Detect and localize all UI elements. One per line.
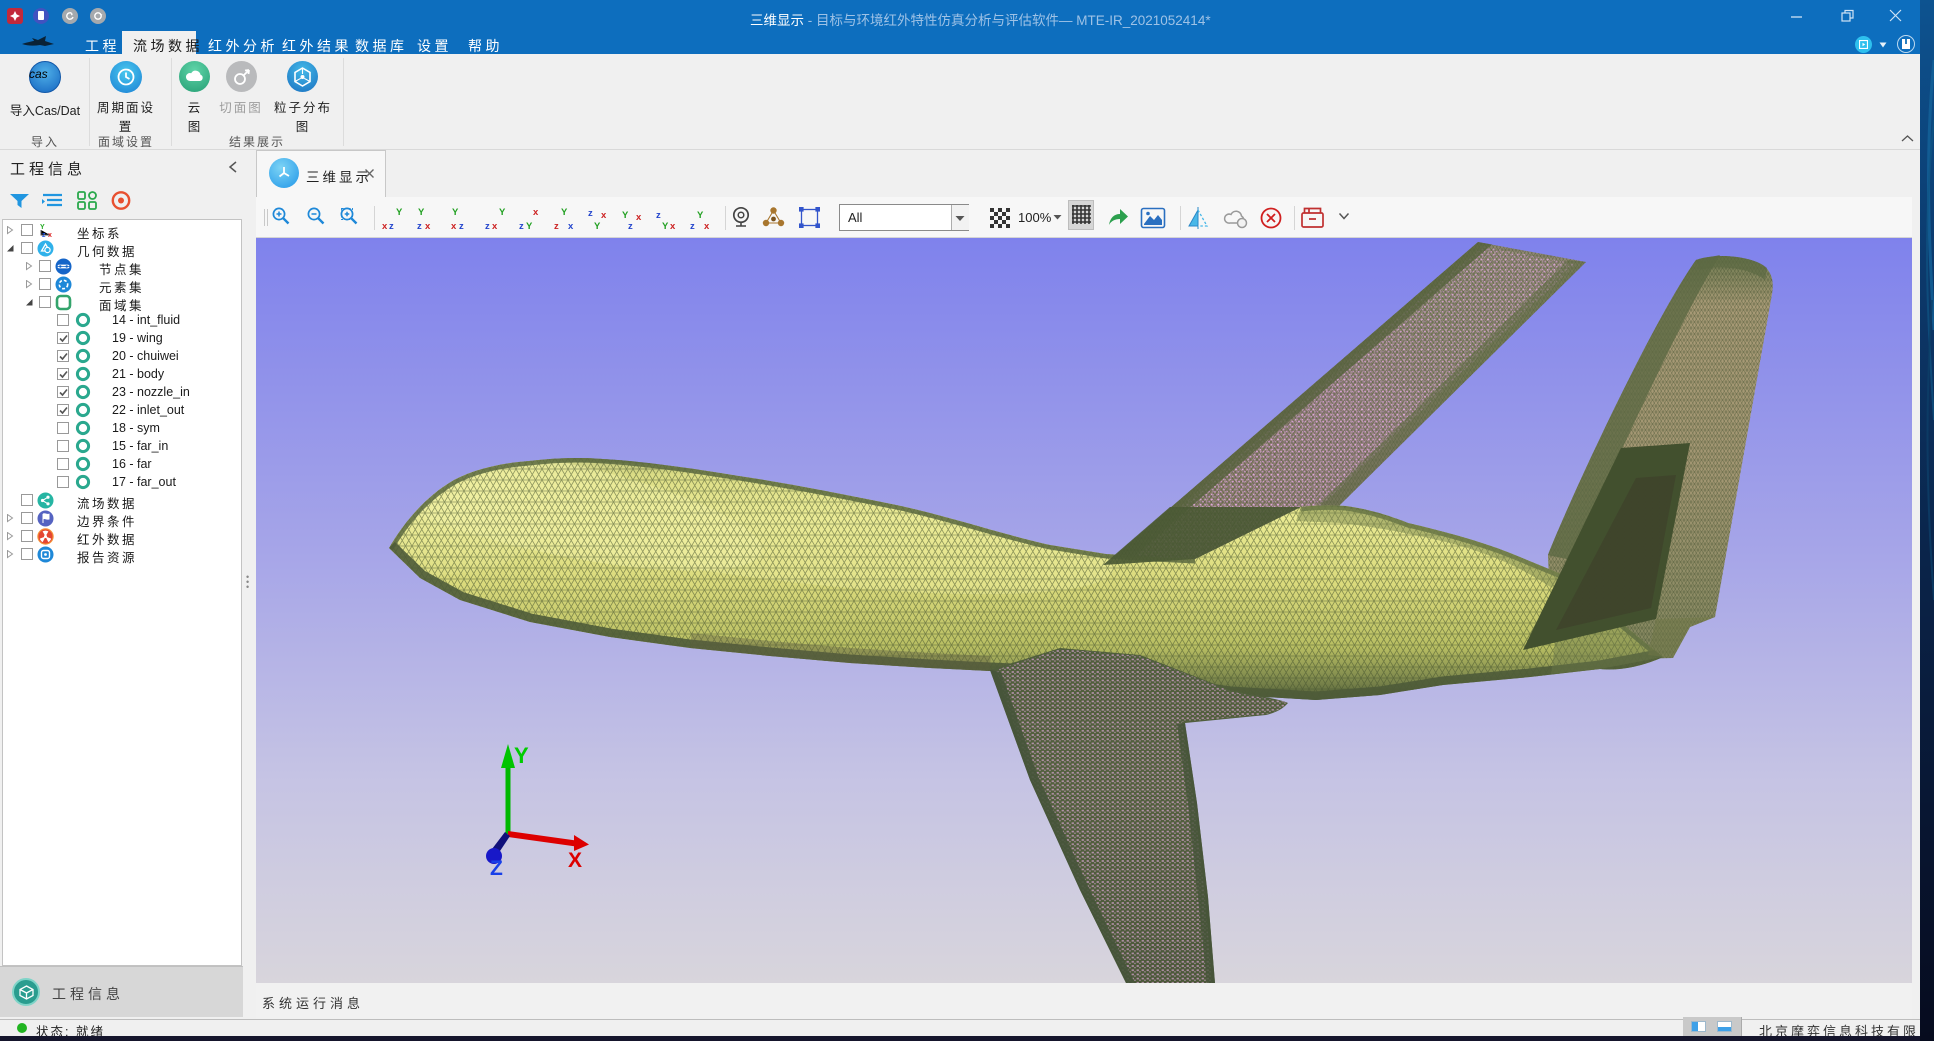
svg-text:z: z xyxy=(656,210,661,221)
svg-text:z: z xyxy=(389,221,394,230)
svg-text:x: x xyxy=(451,221,457,230)
svg-text:x: x xyxy=(636,212,642,223)
svg-text:z: z xyxy=(519,221,524,230)
svg-text:Y: Y xyxy=(40,224,45,231)
svg-text:Y: Y xyxy=(418,207,425,218)
svg-text:Y: Y xyxy=(396,207,403,218)
svg-text:X: X xyxy=(568,849,582,872)
svg-text:x: x xyxy=(48,232,52,238)
svg-text:Y: Y xyxy=(526,221,533,230)
svg-text:Y: Y xyxy=(452,207,459,218)
svg-text:Y: Y xyxy=(561,207,568,218)
svg-text:Y: Y xyxy=(499,207,506,218)
svg-text:Y: Y xyxy=(594,221,601,230)
svg-text:Z: Z xyxy=(490,857,503,880)
svg-text:Y: Y xyxy=(622,210,629,221)
svg-text:Y: Y xyxy=(514,743,529,768)
svg-text:Y: Y xyxy=(697,210,704,221)
svg-text:z: z xyxy=(588,208,593,219)
svg-text:x: x xyxy=(382,221,388,230)
svg-text:x: x xyxy=(601,210,607,221)
svg-text:x: x xyxy=(670,221,676,230)
svg-text:z: z xyxy=(485,221,490,230)
svg-text:z: z xyxy=(628,221,633,230)
svg-text:z: z xyxy=(42,232,46,238)
svg-text:x: x xyxy=(492,221,498,230)
svg-text:x: x xyxy=(533,207,539,218)
svg-text:z: z xyxy=(459,221,464,230)
svg-text:z: z xyxy=(554,221,559,230)
svg-text:z: z xyxy=(417,221,422,230)
svg-text:x: x xyxy=(568,221,574,230)
svg-text:z: z xyxy=(690,221,695,230)
svg-text:x: x xyxy=(704,221,710,230)
svg-text:x: x xyxy=(425,221,431,230)
svg-text:Y: Y xyxy=(662,221,669,230)
